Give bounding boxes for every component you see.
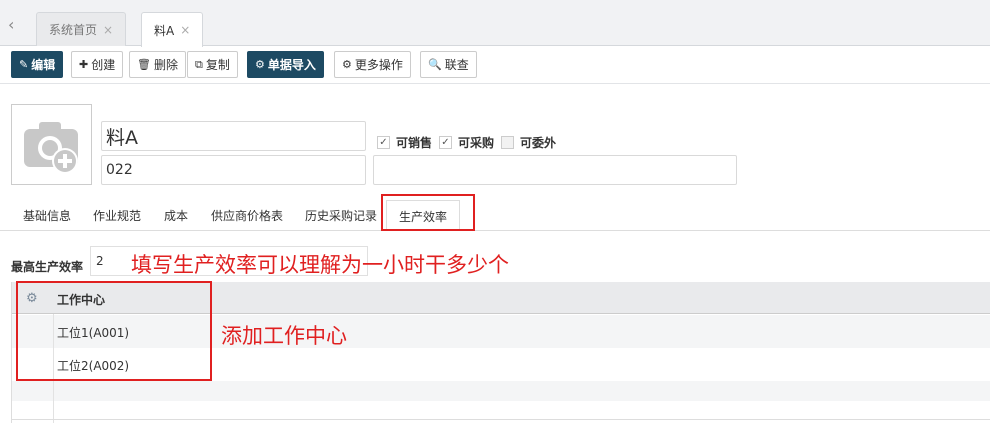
delete-label: 删除 bbox=[153, 58, 178, 72]
edit-icon: ✎ bbox=[19, 58, 29, 71]
plus-icon: ✚ bbox=[79, 58, 89, 71]
checkmark-icon: ✓ bbox=[439, 136, 452, 149]
tab-home[interactable]: 系统首页 × bbox=[36, 12, 127, 46]
tab-basic-info[interactable]: 基础信息 bbox=[23, 207, 71, 224]
edit-button[interactable]: ✎ 编辑 bbox=[11, 51, 64, 78]
table-row-empty bbox=[12, 381, 990, 401]
import-button[interactable]: ⚙ 单据导入 bbox=[247, 51, 324, 78]
tab-purchase-history[interactable]: 历史采购记录 bbox=[305, 207, 377, 224]
product-code-value: 022 bbox=[106, 162, 133, 178]
create-button[interactable]: ✚ 创建 bbox=[71, 51, 124, 78]
tab-label: 系统首页 bbox=[49, 23, 98, 37]
product-extra-field[interactable] bbox=[373, 155, 737, 185]
outsource-label: 可委外 bbox=[520, 136, 557, 150]
chevron-left-icon[interactable]: ‹ bbox=[8, 17, 22, 33]
workcenter-annotation: 添加工作中心 bbox=[221, 324, 347, 348]
product-image-upload[interactable] bbox=[11, 104, 92, 185]
form-tabs: 基础信息 作业规范 成本 供应商价格表 历史采购记录 生产效率 bbox=[0, 200, 990, 231]
efficiency-annotation: 填写生产效率可以理解为一小时干多少个 bbox=[131, 253, 509, 277]
product-code-field[interactable]: 022 bbox=[101, 155, 366, 185]
edit-label: 编辑 bbox=[31, 58, 56, 72]
more-actions-label: 更多操作 bbox=[354, 58, 403, 72]
unchecked-box-icon bbox=[501, 136, 514, 149]
tab-material[interactable]: 料A × bbox=[141, 12, 204, 47]
sale-label: 可销售 bbox=[396, 136, 433, 150]
copy-button[interactable]: ⧉ 复制 bbox=[187, 51, 238, 78]
gear-icon: ⚙ bbox=[342, 58, 352, 71]
tab-cost[interactable]: 成本 bbox=[164, 207, 188, 224]
max-efficiency-value: 2 bbox=[96, 254, 104, 268]
tab-work-spec[interactable]: 作业规范 bbox=[93, 207, 141, 224]
purchase-label: 可采购 bbox=[458, 136, 495, 150]
create-label: 创建 bbox=[91, 58, 116, 72]
delete-button[interactable]: 🗑 删除 bbox=[129, 51, 186, 78]
highlight-box-table bbox=[16, 281, 212, 381]
lookup-label: 联查 bbox=[444, 58, 469, 72]
checkmark-icon: ✓ bbox=[377, 136, 390, 149]
product-name-value: 料A bbox=[106, 126, 138, 149]
close-icon[interactable]: × bbox=[103, 23, 113, 37]
table-bottom-border bbox=[12, 419, 990, 420]
toolbar: ✎ 编辑 ✚ 创建 🗑 删除 ⧉ 复制 ⚙ 单据导入 ⚙ 更多操作 🔍 联查 bbox=[0, 46, 990, 84]
outsource-checkbox[interactable]: 可委外 bbox=[501, 134, 556, 151]
search-icon: 🔍 bbox=[428, 58, 442, 71]
close-icon[interactable]: × bbox=[180, 23, 190, 37]
copy-label: 复制 bbox=[205, 58, 230, 72]
lookup-button[interactable]: 🔍 联查 bbox=[420, 51, 477, 78]
sale-checkbox[interactable]: ✓ 可销售 bbox=[377, 134, 432, 151]
tab-supplier-prices[interactable]: 供应商价格表 bbox=[211, 207, 283, 224]
more-actions-button[interactable]: ⚙ 更多操作 bbox=[334, 51, 411, 78]
product-name-field[interactable]: 料A bbox=[101, 121, 366, 151]
purchase-checkbox[interactable]: ✓ 可采购 bbox=[439, 134, 494, 151]
trash-icon: 🗑 bbox=[137, 58, 151, 71]
tab-bar: ‹ 系统首页 × 料A × bbox=[0, 0, 990, 47]
highlight-box-tab bbox=[381, 194, 475, 231]
import-label: 单据导入 bbox=[267, 58, 316, 72]
copy-icon: ⧉ bbox=[195, 57, 203, 71]
gear-icon: ⚙ bbox=[255, 58, 265, 71]
max-efficiency-label: 最高生产效率 bbox=[11, 260, 84, 274]
camera-plus-icon bbox=[24, 122, 78, 174]
tab-label: 料A bbox=[154, 23, 175, 38]
